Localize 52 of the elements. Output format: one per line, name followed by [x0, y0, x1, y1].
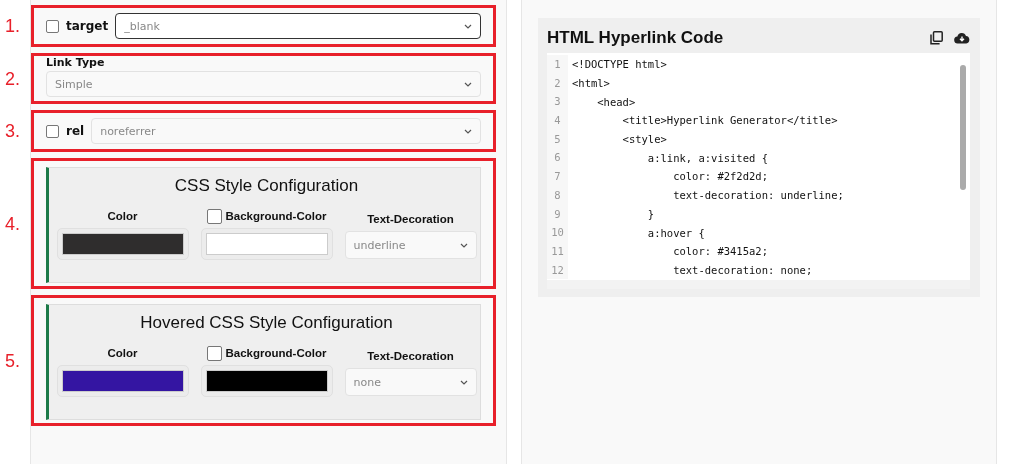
field-label: rel — [66, 124, 85, 138]
checkbox[interactable] — [206, 345, 222, 361]
field-label: Color — [107, 209, 138, 224]
line-number: 6 — [547, 148, 568, 168]
checkbox[interactable] — [46, 19, 59, 33]
field-label: Background-Color — [225, 209, 327, 224]
code-line: <head> — [596, 95, 636, 108]
code-line: } — [646, 207, 655, 220]
line-number: 1 — [547, 55, 568, 74]
cloud-download-icon[interactable] — [954, 31, 970, 44]
field-label: Text-Decoration — [367, 349, 454, 364]
line-number: 7 — [547, 167, 568, 186]
field-label: Color — [107, 346, 138, 361]
line-number: 10 — [547, 223, 568, 242]
field-label: target — [66, 19, 109, 33]
code-line: text-decoration: underline; — [672, 189, 844, 202]
step-number: 4. — [5, 213, 20, 234]
card-title: Hovered CSS Style Configuration — [140, 313, 393, 333]
field-label: Link Type — [46, 56, 106, 69]
code-line: a:link, a:visited { — [646, 151, 768, 164]
code-line: <style> — [621, 133, 667, 146]
code-line: <!DOCTYPE html> — [571, 58, 667, 71]
step-number: 3. — [5, 120, 20, 142]
select-field[interactable]: noreferrer — [91, 118, 481, 144]
code-line: color: #3415a2; — [672, 245, 768, 258]
step-number: 2. — [5, 68, 20, 89]
select-field[interactable]: underline — [344, 231, 477, 259]
copy-icon[interactable] — [930, 30, 943, 45]
code-line: text-decoration: none; — [672, 263, 813, 276]
chevron-icon — [459, 242, 468, 248]
code-line: a:hover { — [646, 226, 705, 239]
chevron-icon — [459, 379, 468, 385]
field-label: Text-Decoration — [367, 212, 454, 227]
select-field[interactable]: Simple — [46, 71, 481, 97]
checkbox[interactable] — [46, 124, 59, 138]
field-label: Background-Color — [225, 346, 327, 361]
select-field[interactable]: none — [344, 368, 477, 396]
code-line: color: #2f2d2d; — [672, 170, 768, 183]
line-number: 4 — [547, 111, 568, 130]
panel-title: HTML Hyperlink Code — [547, 27, 724, 48]
step-number: 5. — [5, 350, 20, 371]
line-number: 3 — [547, 92, 568, 112]
select-field[interactable]: _blank — [115, 13, 481, 39]
code-line: <html> — [571, 77, 610, 90]
code-line: <title>Hyperlink Generator</title> — [621, 114, 838, 127]
step-number: 1. — [5, 15, 20, 37]
chevron-icon — [464, 23, 472, 29]
code-editor[interactable] — [547, 53, 970, 289]
chevron-icon — [464, 81, 472, 87]
checkbox[interactable] — [206, 208, 222, 224]
chevron-icon — [464, 128, 472, 134]
card-title: CSS Style Configuration — [174, 176, 359, 196]
